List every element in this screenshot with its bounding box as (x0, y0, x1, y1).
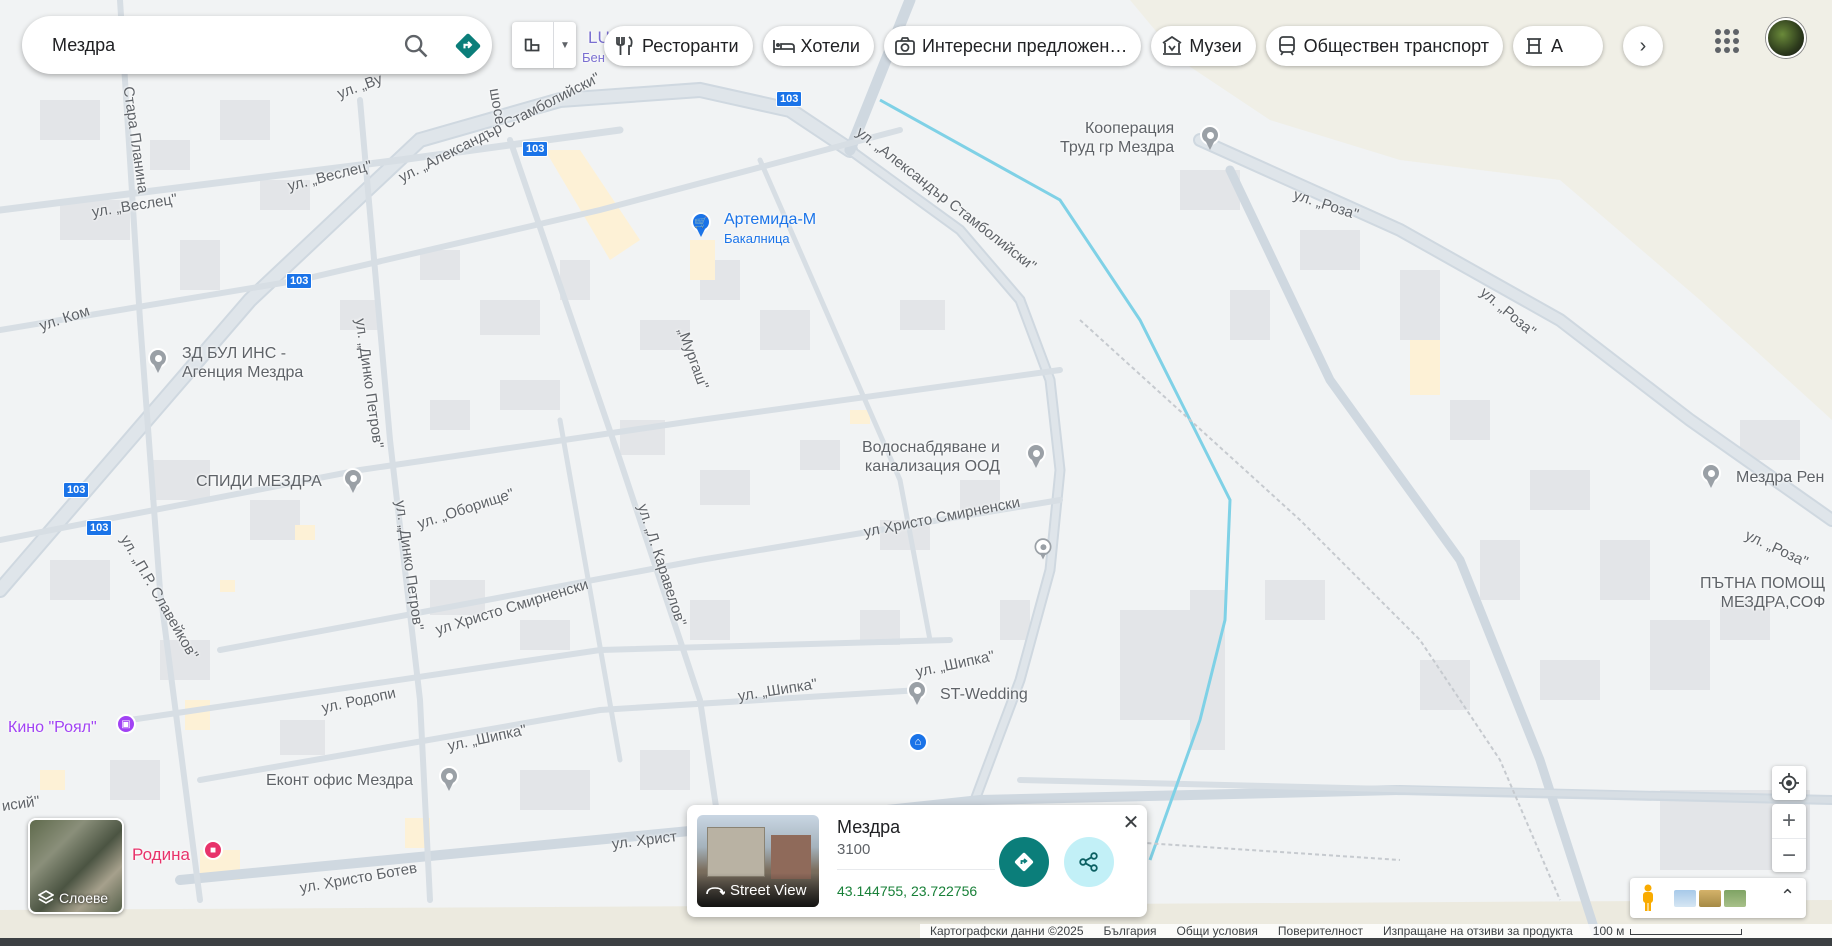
route-shield: 103 (86, 520, 113, 536)
terms-link[interactable]: Общи условия (1177, 924, 1258, 938)
pin-icon[interactable] (1032, 538, 1054, 564)
place-label-zd-bul[interactable]: ЗД БУЛ ИНС - Агенция Мездра (182, 344, 303, 382)
close-icon[interactable]: ✕ (1121, 813, 1141, 833)
share-button[interactable] (1064, 837, 1114, 887)
street-view-text: Street View (730, 882, 807, 899)
street-view-rotate-icon (706, 887, 725, 896)
route-shield: 103 (776, 91, 803, 107)
chip-label: Ресторанти (642, 35, 739, 56)
pin-icon[interactable] (1698, 463, 1724, 493)
route-shield: 103 (286, 273, 313, 289)
place-label-kino[interactable]: Кино "Роял" (8, 718, 97, 737)
chevron-right-icon[interactable]: › (1623, 26, 1663, 66)
apps-grid-icon[interactable] (1712, 26, 1742, 56)
place-label-ekont[interactable]: Еконт офис Мездра (266, 771, 413, 790)
place-card: Street View Мездра 3100 43.144755, 23.72… (687, 805, 1147, 917)
chip-attractions[interactable]: А (1512, 26, 1603, 66)
place-label-rodina[interactable]: Родина (132, 845, 190, 864)
restaurant-icon (614, 35, 636, 57)
place-label-speedy[interactable]: СПИДИ МЕЗДРА (196, 472, 322, 491)
map-type-bar: ⌃ (1630, 878, 1806, 918)
divider (837, 869, 995, 870)
chip-label: Хотели (800, 35, 860, 56)
search-input[interactable] (52, 16, 382, 74)
route-shield: 103 (522, 141, 549, 157)
search-box (22, 16, 492, 74)
map-type-thumbnail[interactable] (1699, 890, 1721, 907)
shopping-cart-icon[interactable]: 🛒 (688, 212, 714, 242)
avatar[interactable] (1766, 18, 1806, 58)
chip-label: Интересни предложен… (921, 35, 1128, 56)
zoom-in-button[interactable]: + (1772, 804, 1806, 838)
bottom-strip (0, 938, 1832, 946)
hotel-icon (772, 35, 795, 57)
place-label-patna-pomosht[interactable]: ПЪТНА ПОМОЩ МЕЗДРА,СОФ (1700, 574, 1825, 612)
layers-label: Слоеве (38, 890, 108, 906)
place-label-artemida[interactable]: Артемида-М (724, 210, 816, 229)
layers-text: Слоеве (59, 890, 109, 906)
layers-icon (38, 890, 54, 904)
map-type-thumbnail[interactable] (1674, 890, 1696, 907)
pin-icon[interactable] (340, 468, 366, 498)
pin-icon[interactable] (145, 348, 171, 378)
cinema-icon[interactable]: ▣ (113, 714, 139, 744)
chip-museums[interactable]: Музеи (1151, 26, 1256, 66)
place-label-vodosnabdyavane[interactable]: Водоснабдяване и канализация ООД (862, 438, 1000, 476)
directions-icon (1014, 852, 1034, 872)
layers-button[interactable]: Слоеве (28, 818, 124, 914)
directions-button[interactable] (999, 837, 1049, 887)
zoom-out-button[interactable]: − (1772, 839, 1806, 873)
chip-restaurants[interactable]: Ресторанти (604, 26, 753, 66)
place-label-artemida-category: Бакалница (724, 231, 790, 246)
transit-layer-icon (524, 38, 539, 52)
category-chips: Ресторанти Хотели Интересни предложен… М… (604, 26, 1603, 66)
place-label-cooperation[interactable]: Кооперация Труд гр Мездра (1060, 119, 1174, 157)
hotel-pin-icon[interactable]: ■ (200, 840, 226, 870)
map-type-thumbnail[interactable] (1724, 890, 1746, 907)
museum-icon (1161, 35, 1183, 57)
street-view-thumbnail[interactable]: Street View (697, 815, 819, 907)
street-view-label: Street View (697, 873, 819, 907)
place-label-ben: Бен (582, 50, 605, 65)
chip-label: Музеи (1189, 35, 1242, 56)
place-postal-code: 3100 (837, 841, 871, 858)
chevron-up-icon[interactable]: ⌃ (1780, 886, 1795, 907)
chip-hotels[interactable]: Хотели (762, 26, 874, 66)
scale-bar[interactable]: 100 м (1593, 924, 1743, 938)
chip-interesting[interactable]: Интересни предложен… (883, 26, 1142, 66)
place-label-st-wedding[interactable]: ST-Wedding (940, 685, 1028, 704)
transit-layer-button[interactable]: ▼ (512, 22, 576, 68)
map-footer: Картографски данни ©2025 България Общи у… (920, 924, 1832, 938)
my-location-button[interactable] (1772, 766, 1806, 800)
pin-icon[interactable] (436, 766, 462, 796)
directions-icon[interactable] (454, 32, 482, 60)
attraction-icon (1523, 35, 1545, 57)
chip-label: А (1550, 35, 1563, 56)
chevron-down-icon[interactable]: ▼ (554, 22, 576, 68)
pin-icon[interactable] (1197, 125, 1223, 155)
pin-icon[interactable] (904, 680, 930, 710)
pin-icon[interactable] (1023, 443, 1049, 473)
chip-transit[interactable]: Обществен транспорт (1265, 26, 1503, 66)
zoom-control: + − (1772, 804, 1806, 872)
route-shield: 103 (63, 482, 90, 498)
chip-label: Обществен транспорт (1303, 35, 1489, 56)
country-link[interactable]: България (1104, 924, 1157, 938)
camera-icon (894, 35, 916, 57)
feedback-link[interactable]: Изпращане на отзиви за продукта (1383, 924, 1573, 938)
privacy-link[interactable]: Поверителност (1278, 924, 1363, 938)
map-data-attribution: Картографски данни ©2025 (930, 924, 1084, 938)
place-label-mezdra-ren[interactable]: Мездра Рен (1736, 468, 1824, 487)
place-coordinates[interactable]: 43.144755, 23.722756 (837, 883, 977, 899)
my-location-icon (1779, 773, 1799, 793)
home-icon[interactable]: ⌂ (905, 732, 931, 762)
scale-label: 100 м (1592, 924, 1625, 938)
share-icon (1079, 852, 1098, 872)
transit-icon (1276, 35, 1298, 57)
place-title: Мездра (837, 817, 901, 837)
pegman-icon[interactable] (1640, 884, 1656, 912)
search-icon[interactable] (402, 32, 430, 60)
